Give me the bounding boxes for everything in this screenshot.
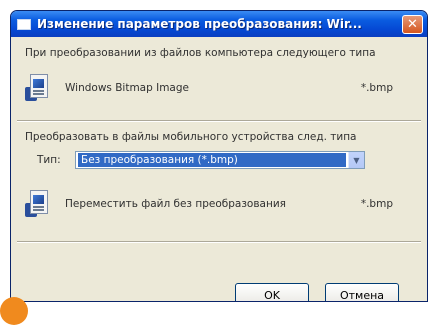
source-file-row: Windows Bitmap Image *.bmp bbox=[25, 73, 405, 103]
ok-button[interactable]: OK bbox=[235, 283, 309, 301]
close-icon: ✕ bbox=[407, 16, 418, 32]
type-selected-value: Без преобразования (*.bmp) bbox=[78, 153, 346, 167]
bitmap-file-icon bbox=[25, 73, 51, 103]
section-divider bbox=[17, 120, 421, 122]
window-app-icon bbox=[17, 18, 31, 30]
type-label: Тип: bbox=[37, 154, 61, 166]
title-bar[interactable]: Изменение параметров преобразования: Wir… bbox=[11, 11, 427, 37]
type-select[interactable]: Без преобразования (*.bmp) ▼ bbox=[75, 151, 365, 169]
orange-circle-marker bbox=[0, 297, 28, 325]
source-caption: При преобразовании из файлов компьютера … bbox=[25, 47, 376, 59]
cancel-button[interactable]: Отмена bbox=[325, 283, 399, 301]
type-row: Тип: Без преобразования (*.bmp) ▼ bbox=[37, 151, 387, 169]
target-result-text: Переместить файл без преобразования bbox=[65, 198, 286, 210]
window-title: Изменение параметров преобразования: Wir… bbox=[37, 17, 362, 31]
target-file-row: Переместить файл без преобразования *.bm… bbox=[25, 189, 405, 219]
close-button[interactable]: ✕ bbox=[402, 14, 423, 34]
target-caption: Преобразовать в файлы мобильного устройс… bbox=[25, 131, 357, 143]
conversion-settings-dialog: Изменение параметров преобразования: Wir… bbox=[10, 10, 428, 302]
bitmap-file-icon bbox=[25, 189, 51, 219]
target-extension: *.bmp bbox=[360, 198, 393, 210]
source-extension: *.bmp bbox=[360, 82, 393, 94]
chevron-down-icon[interactable]: ▼ bbox=[348, 152, 364, 168]
section-divider bbox=[17, 241, 421, 243]
source-file-type: Windows Bitmap Image bbox=[65, 82, 189, 94]
